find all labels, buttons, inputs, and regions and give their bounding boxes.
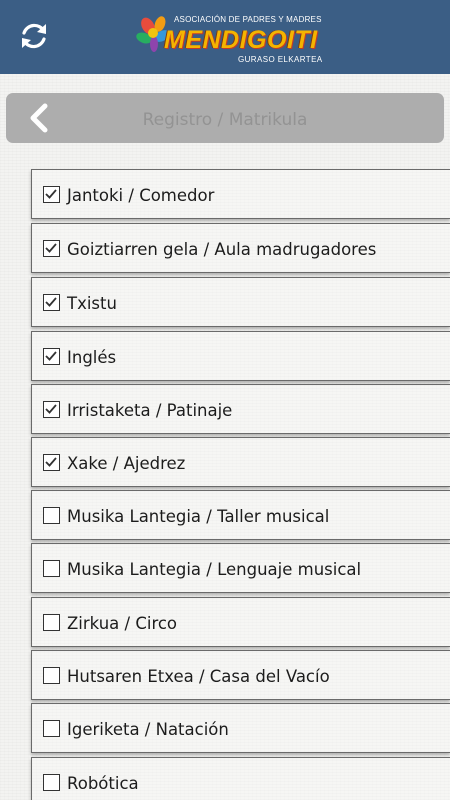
activity-label: Musika Lantegia / Lenguaje musical — [67, 560, 362, 579]
refresh-icon — [22, 23, 46, 49]
checkbox-unchecked[interactable] — [43, 667, 60, 684]
check-icon — [45, 351, 57, 361]
mendigoiti-logo: ASOCIACIÓN DE PADRES Y MADRES MENDIGOITI… — [134, 12, 322, 66]
checkbox-checked[interactable] — [43, 240, 60, 257]
activity-row[interactable]: Inglés — [31, 331, 450, 381]
activity-row[interactable]: Irristaketa / Patinaje — [31, 384, 450, 434]
activity-row[interactable]: Goiztiarren gela / Aula madrugadores — [31, 223, 450, 273]
checkbox-unchecked[interactable] — [43, 720, 60, 737]
check-icon — [45, 189, 57, 199]
checkbox-unchecked[interactable] — [43, 614, 60, 631]
activity-row[interactable]: Musika Lantegia / Lenguaje musical — [31, 543, 450, 593]
activity-row[interactable]: Jantoki / Comedor — [31, 169, 450, 219]
activity-label: Txistu — [67, 294, 117, 313]
check-icon — [45, 297, 57, 307]
logo-tagline: ASOCIACIÓN DE PADRES Y MADRES — [174, 15, 322, 24]
activity-label: Xake / Ajedrez — [67, 454, 186, 473]
checkbox-checked[interactable] — [43, 294, 60, 311]
logo-name: MENDIGOITI — [164, 26, 318, 54]
checkbox-checked[interactable] — [43, 348, 60, 365]
checkbox-checked[interactable] — [43, 401, 60, 418]
back-button[interactable] — [24, 103, 54, 133]
page-title: Registro / Matrikula — [142, 110, 308, 130]
activity-row[interactable]: Txistu — [31, 277, 450, 327]
activity-label: Jantoki / Comedor — [67, 186, 215, 205]
activity-row[interactable]: Zirkua / Circo — [31, 597, 450, 647]
checkbox-unchecked[interactable] — [43, 774, 60, 791]
activity-row[interactable]: Robótica — [31, 757, 450, 800]
checkbox-unchecked[interactable] — [43, 507, 60, 524]
activity-row[interactable]: Musika Lantegia / Taller musical — [31, 490, 450, 540]
refresh-button[interactable] — [14, 16, 54, 56]
check-icon — [45, 404, 57, 414]
checkbox-checked[interactable] — [43, 454, 60, 471]
check-icon — [45, 243, 57, 253]
activity-label: Musika Lantegia / Taller musical — [67, 507, 330, 526]
chevron-left-icon — [30, 103, 48, 133]
activity-label: Robótica — [67, 774, 139, 793]
activity-label: Hutsaren Etxea / Casa del Vacío — [67, 667, 330, 686]
activity-label: Inglés — [67, 348, 117, 367]
activity-label: Irristaketa / Patinaje — [67, 401, 233, 420]
checkbox-unchecked[interactable] — [43, 560, 60, 577]
logo-subtitle: GURASO ELKARTEA — [238, 55, 323, 64]
check-icon — [45, 457, 57, 467]
activity-row[interactable]: Igeriketa / Natación — [31, 703, 450, 753]
activity-label: Zirkua / Circo — [67, 614, 178, 633]
page-header: Registro / Matrikula — [6, 93, 444, 143]
checkbox-checked[interactable] — [43, 186, 60, 203]
app-top-bar: ASOCIACIÓN DE PADRES Y MADRES MENDIGOITI… — [0, 0, 450, 74]
activity-label: Igeriketa / Natación — [67, 720, 229, 739]
activity-label: Goiztiarren gela / Aula madrugadores — [67, 240, 377, 259]
activity-row[interactable]: Hutsaren Etxea / Casa del Vacío — [31, 650, 450, 700]
activity-row[interactable]: Xake / Ajedrez — [31, 437, 450, 487]
